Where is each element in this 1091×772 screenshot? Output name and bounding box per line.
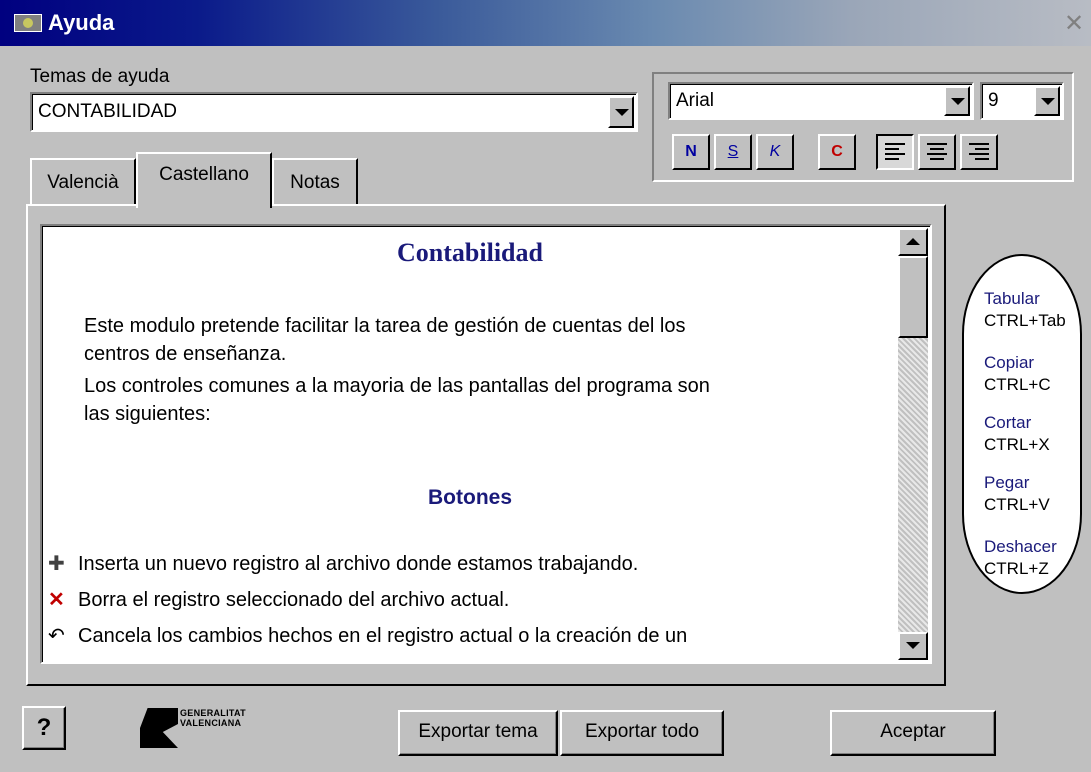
tab-valencia[interactable]: Valencià bbox=[30, 158, 136, 204]
align-left-icon bbox=[885, 143, 905, 161]
shortcut-pegar: Pegar CTRL+V bbox=[984, 472, 1050, 516]
generalitat-logo: GENERALITAT VALENCIANA bbox=[140, 704, 270, 756]
shortcut-keys: CTRL+X bbox=[984, 435, 1050, 454]
help-content-area[interactable]: Contabilidad Este modulo pretende facili… bbox=[40, 224, 932, 664]
font-size-dropdown[interactable]: 9 bbox=[980, 82, 1064, 120]
window-title: Ayuda bbox=[48, 10, 115, 35]
shortcut-keys: CTRL+Z bbox=[984, 559, 1049, 578]
list-item-text: Inserta un nuevo registro al archivo don… bbox=[78, 553, 639, 575]
app-icon bbox=[14, 14, 42, 32]
align-right-icon bbox=[969, 143, 989, 161]
temas-dropdown-button[interactable] bbox=[608, 96, 634, 128]
tab-castellano[interactable]: Castellano bbox=[136, 152, 272, 208]
font-size-dropdown-button[interactable] bbox=[1034, 86, 1060, 116]
close-button[interactable]: ✕ bbox=[1060, 12, 1088, 38]
list-item-text: Borra el registro seleccionado del archi… bbox=[78, 589, 510, 611]
question-icon: ? bbox=[36, 714, 52, 741]
paragraph-1-line-2: centros de enseñanza. bbox=[84, 343, 287, 365]
export-topic-button[interactable]: Exportar tema bbox=[398, 710, 558, 756]
list-item: ✕ Borra el registro seleccionado del arch… bbox=[48, 586, 888, 614]
shortcut-keys: CTRL+C bbox=[984, 375, 1051, 394]
paragraph-2-line-2: las siguientes: bbox=[84, 403, 211, 425]
temas-dropdown[interactable]: CONTABILIDAD bbox=[30, 92, 638, 132]
align-center-button[interactable] bbox=[918, 134, 956, 170]
temas-selected-value: CONTABILIDAD bbox=[38, 101, 178, 122]
font-size-value: 9 bbox=[988, 90, 999, 111]
shortcut-deshacer: Deshacer CTRL+Z bbox=[984, 536, 1057, 580]
align-center-icon bbox=[927, 143, 947, 161]
list-item: ↶ Cancela los cambios hechos en el regist… bbox=[48, 622, 888, 650]
help-window: Ayuda ✕ Temas de ayuda CONTABILIDAD Aria… bbox=[0, 0, 1091, 772]
accept-button[interactable]: Aceptar bbox=[830, 710, 996, 756]
color-button[interactable]: C bbox=[818, 134, 856, 170]
font-name-dropdown[interactable]: Arial bbox=[668, 82, 974, 120]
underline-button[interactable]: S bbox=[714, 134, 752, 170]
shortcut-name: Pegar bbox=[984, 473, 1030, 492]
content-title: Contabilidad bbox=[397, 238, 543, 267]
logo-text: GENERALITAT VALENCIANA bbox=[180, 708, 246, 728]
undo-icon: ↶ bbox=[48, 625, 65, 647]
delete-x-icon: ✕ bbox=[48, 589, 65, 611]
shortcut-name: Cortar bbox=[984, 413, 1032, 432]
list-item-text: Cancela los cambios hechos en el registr… bbox=[78, 625, 688, 647]
temas-label: Temas de ayuda bbox=[30, 66, 170, 87]
vertical-scrollbar[interactable] bbox=[898, 228, 928, 660]
font-name-value: Arial bbox=[676, 90, 715, 111]
list-item: ✚ Inserta un nuevo registro al archivo do… bbox=[48, 550, 888, 578]
font-name-dropdown-button[interactable] bbox=[944, 86, 970, 116]
shortcut-keys: CTRL+Tab bbox=[984, 311, 1066, 330]
scroll-down-button[interactable] bbox=[898, 632, 928, 660]
scroll-up-button[interactable] bbox=[898, 228, 928, 256]
title-bar[interactable]: Ayuda ✕ bbox=[0, 0, 1091, 46]
shortcut-tabular: Tabular CTRL+Tab bbox=[984, 288, 1066, 332]
plus-icon: ✚ bbox=[48, 553, 65, 575]
align-right-button[interactable] bbox=[960, 134, 998, 170]
logo-text-line-2: VALENCIANA bbox=[180, 718, 242, 728]
shortcut-cortar: Cortar CTRL+X bbox=[984, 412, 1050, 456]
shortcut-copiar: Copiar CTRL+C bbox=[984, 352, 1051, 396]
paragraph-1-line-1: Este modulo pretende facilitar la tarea … bbox=[84, 315, 686, 337]
content-subtitle: Botones bbox=[428, 486, 512, 509]
bold-button[interactable]: N bbox=[672, 134, 710, 170]
align-left-button[interactable] bbox=[876, 134, 914, 170]
tab-notas[interactable]: Notas bbox=[272, 158, 358, 204]
scroll-thumb[interactable] bbox=[898, 256, 928, 338]
shortcut-name: Tabular bbox=[984, 289, 1040, 308]
italic-button[interactable]: K bbox=[756, 134, 794, 170]
paragraph-2-line-1: Los controles comunes a la mayoria de la… bbox=[84, 375, 710, 397]
shortcut-name: Deshacer bbox=[984, 537, 1057, 556]
logo-mark-icon bbox=[140, 708, 178, 748]
shortcut-keys: CTRL+V bbox=[984, 495, 1050, 514]
export-all-button[interactable]: Exportar todo bbox=[560, 710, 724, 756]
shortcut-name: Copiar bbox=[984, 353, 1035, 372]
logo-text-line-1: GENERALITAT bbox=[180, 708, 246, 718]
shortcuts-panel: Tabular CTRL+Tab Copiar CTRL+C Cortar CT… bbox=[962, 254, 1082, 594]
help-button[interactable]: ? bbox=[22, 706, 66, 750]
